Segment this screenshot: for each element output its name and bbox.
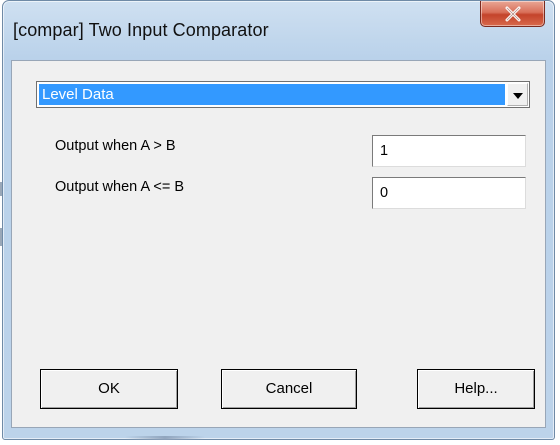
output-greater-label: Output when A > B (55, 138, 176, 154)
close-button[interactable] (480, 1, 545, 27)
data-type-dropdown[interactable]: Level Data (36, 81, 530, 108)
help-button[interactable]: Help... (417, 369, 535, 409)
taskbar-glimpse (125, 436, 205, 440)
data-type-selected-value: Level Data (39, 84, 505, 105)
comparator-dialog: [compar] Two Input Comparator Level Data… (2, 0, 555, 440)
cancel-button[interactable]: Cancel (221, 369, 357, 409)
title-bar[interactable]: [compar] Two Input Comparator (3, 1, 554, 59)
output-less-equal-field[interactable] (372, 177, 526, 209)
dialog-body: Level Data Output when A > B Output when… (11, 60, 546, 428)
ok-button[interactable]: OK (40, 369, 178, 409)
chevron-down-icon[interactable] (507, 83, 528, 106)
output-greater-field[interactable] (372, 135, 526, 167)
close-icon (505, 6, 521, 22)
output-less-equal-label: Output when A <= B (55, 179, 184, 195)
dialog-title: [compar] Two Input Comparator (13, 20, 269, 40)
